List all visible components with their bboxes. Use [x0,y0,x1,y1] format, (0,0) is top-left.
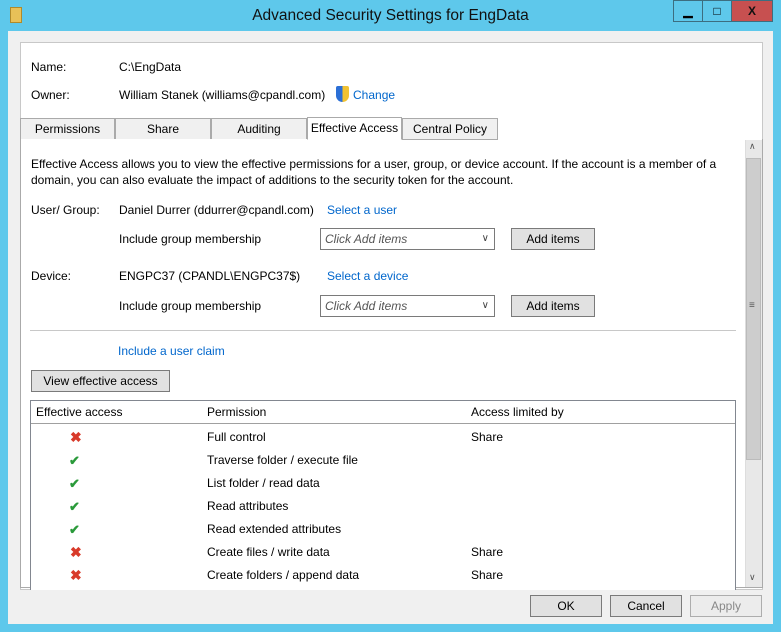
list-header: Effective access Permission Access limit… [31,401,735,424]
cancel-button[interactable]: Cancel [610,595,682,617]
permission-cell: Create folders / append data [207,568,360,582]
tab-auditing[interactable]: Auditing [211,118,307,140]
change-owner-link[interactable]: Change [353,88,395,102]
window-title: Advanced Security Settings for EngData [252,7,529,24]
red-x-icon: ✖ [70,567,82,583]
include-user-claim-link[interactable]: Include a user claim [118,344,225,358]
owner-label: Owner: [31,88,70,102]
green-check-group-icon: ✔ [69,476,80,491]
name-value: C:\EngData [119,60,182,74]
green-check-group-icon: ✔ [69,499,80,514]
tab-permissions[interactable]: Permissions [20,118,115,140]
column-header-access-limited-by[interactable]: Access limited by [471,401,564,424]
limited-by-cell: Share [471,430,504,444]
combo-placeholder: Click Add items [325,299,408,313]
tab-effective-access[interactable]: Effective Access [307,117,402,140]
add-items-user-button[interactable]: Add items [511,228,595,250]
apply-button[interactable]: Apply [690,595,762,617]
scroll-up-icon[interactable]: ∧ [749,141,756,152]
table-row[interactable]: ✔ Read attributes [31,495,735,518]
red-x-icon: ✖ [70,544,82,560]
chevron-down-icon: ∨ [481,300,489,311]
include-group-label: Include group membership [119,232,262,246]
column-header-permission[interactable]: Permission [207,401,266,424]
include-device-group-label: Include group membership [119,299,262,313]
device-value: ENGPC37 (CPANDL\ENGPC37$) [119,269,301,283]
grip-icon: ≡ [749,300,755,311]
chevron-down-icon: ∨ [481,233,489,244]
close-button[interactable]: X [731,0,773,22]
table-row[interactable]: ✖ Create folders / append data Share [31,564,735,587]
select-user-link[interactable]: Select a user [327,203,397,217]
table-row[interactable]: ✔ Read extended attributes [31,518,735,541]
add-items-device-button[interactable]: Add items [511,295,595,317]
permission-cell: Read extended attributes [207,522,342,536]
description-text: Effective Access allows you to view the … [31,157,717,187]
user-group-combo[interactable]: Click Add items ∨ [320,228,495,250]
user-group-label: User/ Group: [31,203,100,217]
name-label: Name: [31,60,67,74]
maximize-button[interactable]: □ [702,0,732,22]
select-device-link[interactable]: Select a device [327,269,408,283]
table-row[interactable]: ✔ List folder / read data [31,472,735,495]
device-label: Device: [31,269,72,283]
permission-cell: Full control [207,430,266,444]
limited-by-cell: Share [471,545,504,559]
divider [30,330,736,331]
user-group-value: Daniel Durrer (ddurrer@cpandl.com) [119,203,314,217]
permission-cell: Create files / write data [207,545,330,559]
tab-share[interactable]: Share [115,118,211,140]
green-check-group-icon: ✔ [69,453,80,468]
table-row[interactable]: ✖ Full control Share [31,426,735,449]
ok-button[interactable]: OK [530,595,602,617]
column-header-effective-access[interactable]: Effective access [36,401,122,424]
red-x-icon: ✖ [70,429,82,445]
permission-cell: List folder / read data [207,476,320,490]
limited-by-cell: Share [471,568,504,582]
tab-central-policy[interactable]: Central Policy [402,118,498,140]
view-effective-access-button[interactable]: View effective access [31,370,170,392]
combo-placeholder: Click Add items [325,232,408,246]
owner-value: William Stanek (williams@cpandl.com) [119,88,326,102]
device-group-combo[interactable]: Click Add items ∨ [320,295,495,317]
permission-cell: Traverse folder / execute file [207,453,358,467]
table-row[interactable]: ✔ Traverse folder / execute file [31,449,735,472]
green-check-group-icon: ✔ [69,522,80,537]
effective-access-list: Effective access Permission Access limit… [30,400,736,590]
uac-shield-icon [336,86,349,102]
permission-cell: Read attributes [207,499,289,513]
scroll-down-icon[interactable]: ∨ [749,572,756,583]
minimize-button[interactable]: ▁ [673,0,703,22]
table-row[interactable]: ✖ Create files / write data Share [31,541,735,564]
